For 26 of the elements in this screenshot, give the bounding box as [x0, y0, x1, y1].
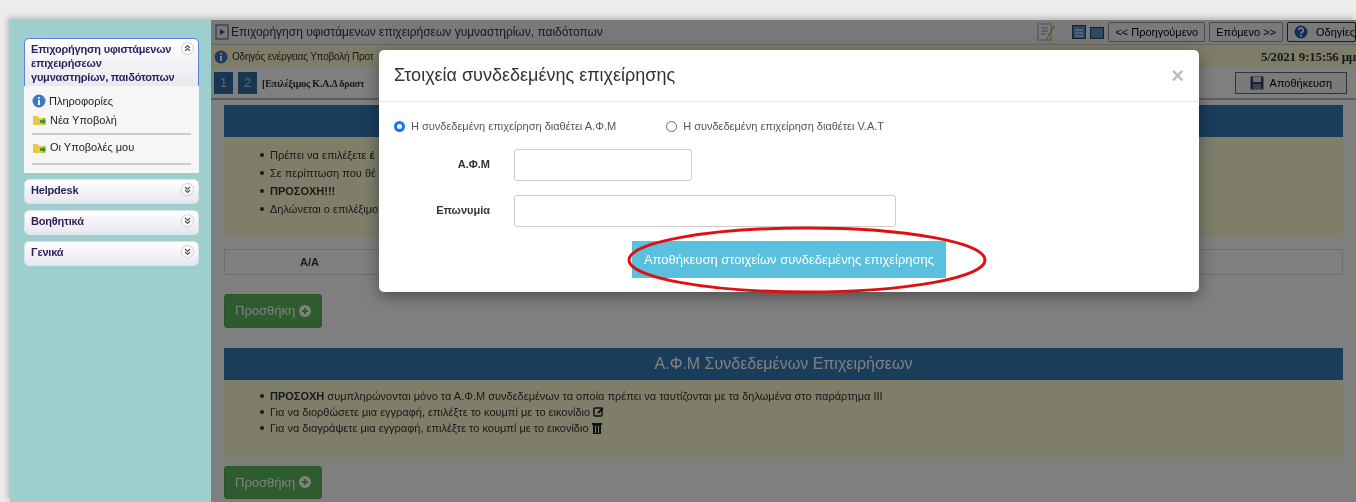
- field-label: Επωνυμία: [435, 203, 491, 219]
- note-text: Πρέπει να επιλέξετε έ: [270, 148, 375, 163]
- note-text: Για να διορθώσετε μια εγγραφή, επιλέξτε το κουμπί με το εικονίδιο: [270, 404, 591, 420]
- note-text: Σε περίπτωση που θέ: [270, 166, 376, 181]
- modal-title: Στοιχεία συνδεδεμένης επιχείρησης: [394, 64, 676, 87]
- step-title: [Επιλέξιμος Κ.Α.Δ δραστ: [262, 76, 365, 91]
- radio-option[interactable]: Η συνδεδεμένη επιχείρηση διαθέτει V.A.T: [666, 118, 885, 135]
- sidebar-section-header[interactable]: Helpdesk: [24, 178, 199, 204]
- timestamp: 5/2021 9:15:56 μμ: [1260, 47, 1356, 66]
- guide-text: Οδηγός ενέργειας Υποβολή Προτ: [214, 49, 374, 64]
- radio-option[interactable]: Η συνδεδεμένη επιχείρηση διαθέτει Α.Φ.Μ: [394, 118, 617, 135]
- page-title: Επιχορήγηση υφιστάμενων επιχειρήσεων γυμναστηρίων, παιδότοπων: [215, 23, 603, 41]
- menu-item[interactable]: Πληροφορίες: [32, 92, 191, 111]
- menu-item[interactable]: Νέα Υποβολή: [32, 110, 191, 129]
- panel-header: Α.Φ.Μ Συνδεδεμένων Επιχειρήσεων: [224, 347, 1343, 380]
- save-button[interactable]: Αποθήκευση: [1234, 71, 1347, 95]
- help-button[interactable]: Οδηγίες: [1287, 22, 1356, 42]
- previous-button[interactable]: << Προηγούμενο: [1108, 22, 1206, 42]
- note-text: Δηλώνεται ο επιλέξιμο: [270, 202, 379, 217]
- note-text: Για να διαγράψετε μια εγγραφή, επιλέξτε το κουμπί με το εικονίδιο: [270, 420, 589, 436]
- sidebar-section-header[interactable]: Βοηθητικά: [24, 209, 199, 235]
- next-button[interactable]: Επόμενο >>: [1209, 22, 1284, 42]
- menu-item[interactable]: Οι Υποβολές μου: [32, 138, 191, 157]
- note-text: ΠΡΟΣΟΧΗ!!!: [270, 184, 336, 199]
- sidebar-section-header[interactable]: Γενικά: [24, 240, 199, 266]
- field-label: Α.Φ.Μ: [456, 157, 491, 173]
